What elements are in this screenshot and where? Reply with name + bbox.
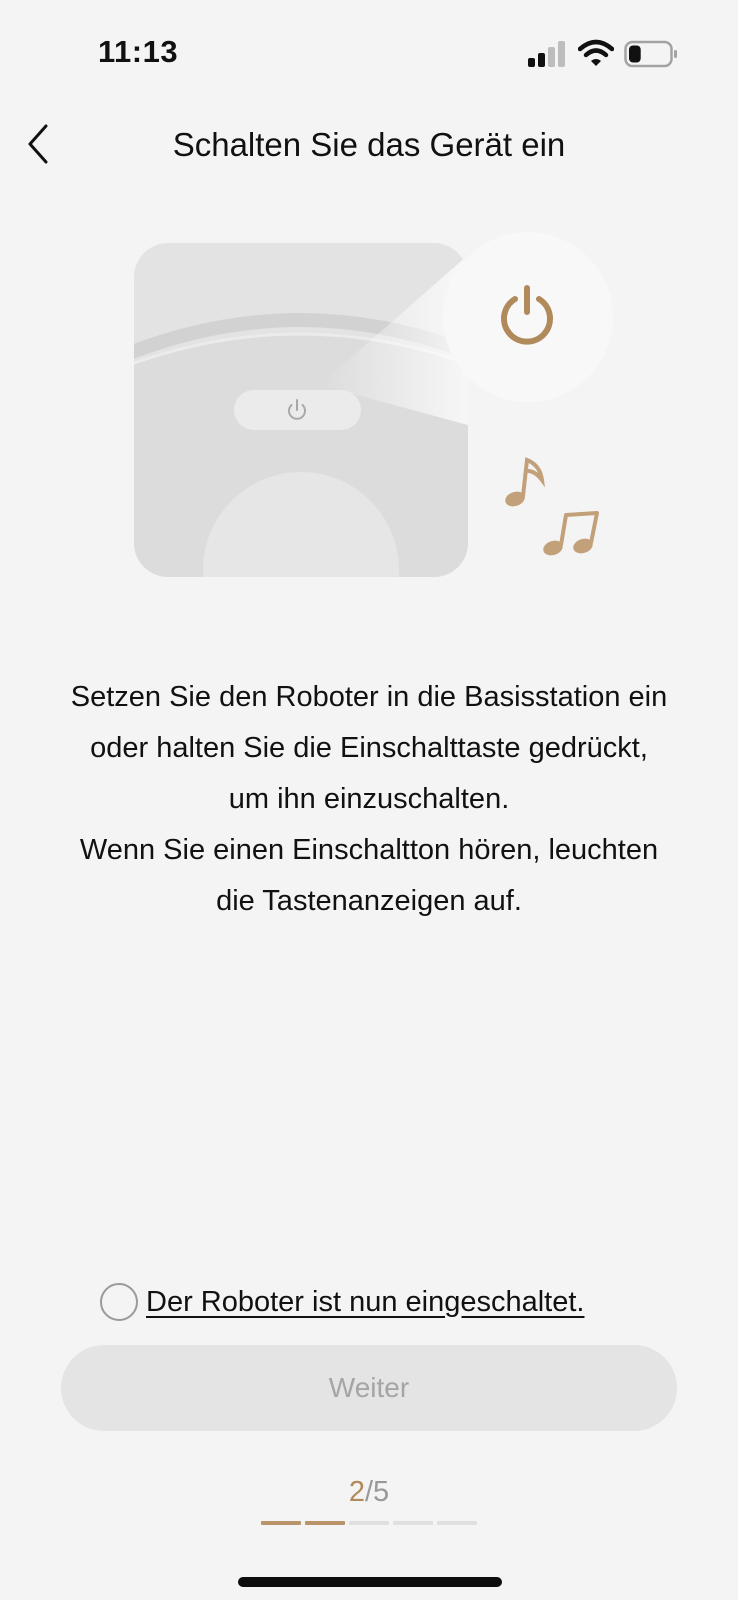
cellular-signal-icon (528, 41, 565, 67)
battery-icon (624, 40, 677, 68)
status-bar: 11:13 (0, 0, 738, 110)
wifi-icon (578, 39, 614, 66)
home-indicator[interactable] (238, 1577, 502, 1587)
robot-on-confirmation[interactable]: Der Roboter ist nun eingeschaltet. (100, 1282, 584, 1322)
page-title: Schalten Sie das Gerät ein (172, 126, 566, 163)
status-time: 11:13 (98, 34, 179, 69)
power-on-illustration (134, 232, 613, 577)
progress-segment (261, 1521, 301, 1525)
next-button[interactable]: Weiter (61, 1345, 677, 1431)
instruction-line: um ihn einzuschalten. (228, 783, 510, 815)
progress-total-steps: 5 (373, 1476, 390, 1508)
instruction-line: oder halten Sie die Einschalttaste gedrü… (90, 732, 648, 764)
navigation-header: Schalten Sie das Gerät ein (0, 110, 738, 176)
progress-segment (437, 1521, 477, 1525)
progress-separator: / (364, 1476, 374, 1508)
instruction-line: Setzen Sie den Roboter in die Basisstati… (70, 681, 668, 713)
instruction-line: die Tastenanzeigen auf. (216, 885, 522, 917)
instruction-line: Wenn Sie einen Einschaltton hören, leuch… (79, 834, 659, 866)
progress-segment (393, 1521, 433, 1525)
confirm-radio[interactable] (100, 1283, 138, 1321)
progress-segment (305, 1521, 345, 1525)
progress-segment (349, 1521, 389, 1525)
confirm-label[interactable]: Der Roboter ist nun eingeschaltet. (146, 1286, 584, 1319)
progress-bar (261, 1521, 477, 1525)
step-progress: 2/5 (0, 1476, 738, 1509)
music-notes-icon (505, 457, 599, 556)
instructions-text: Setzen Sie den Roboter in die Basisstati… (20, 672, 718, 927)
progress-current-step: 2 (348, 1476, 365, 1508)
